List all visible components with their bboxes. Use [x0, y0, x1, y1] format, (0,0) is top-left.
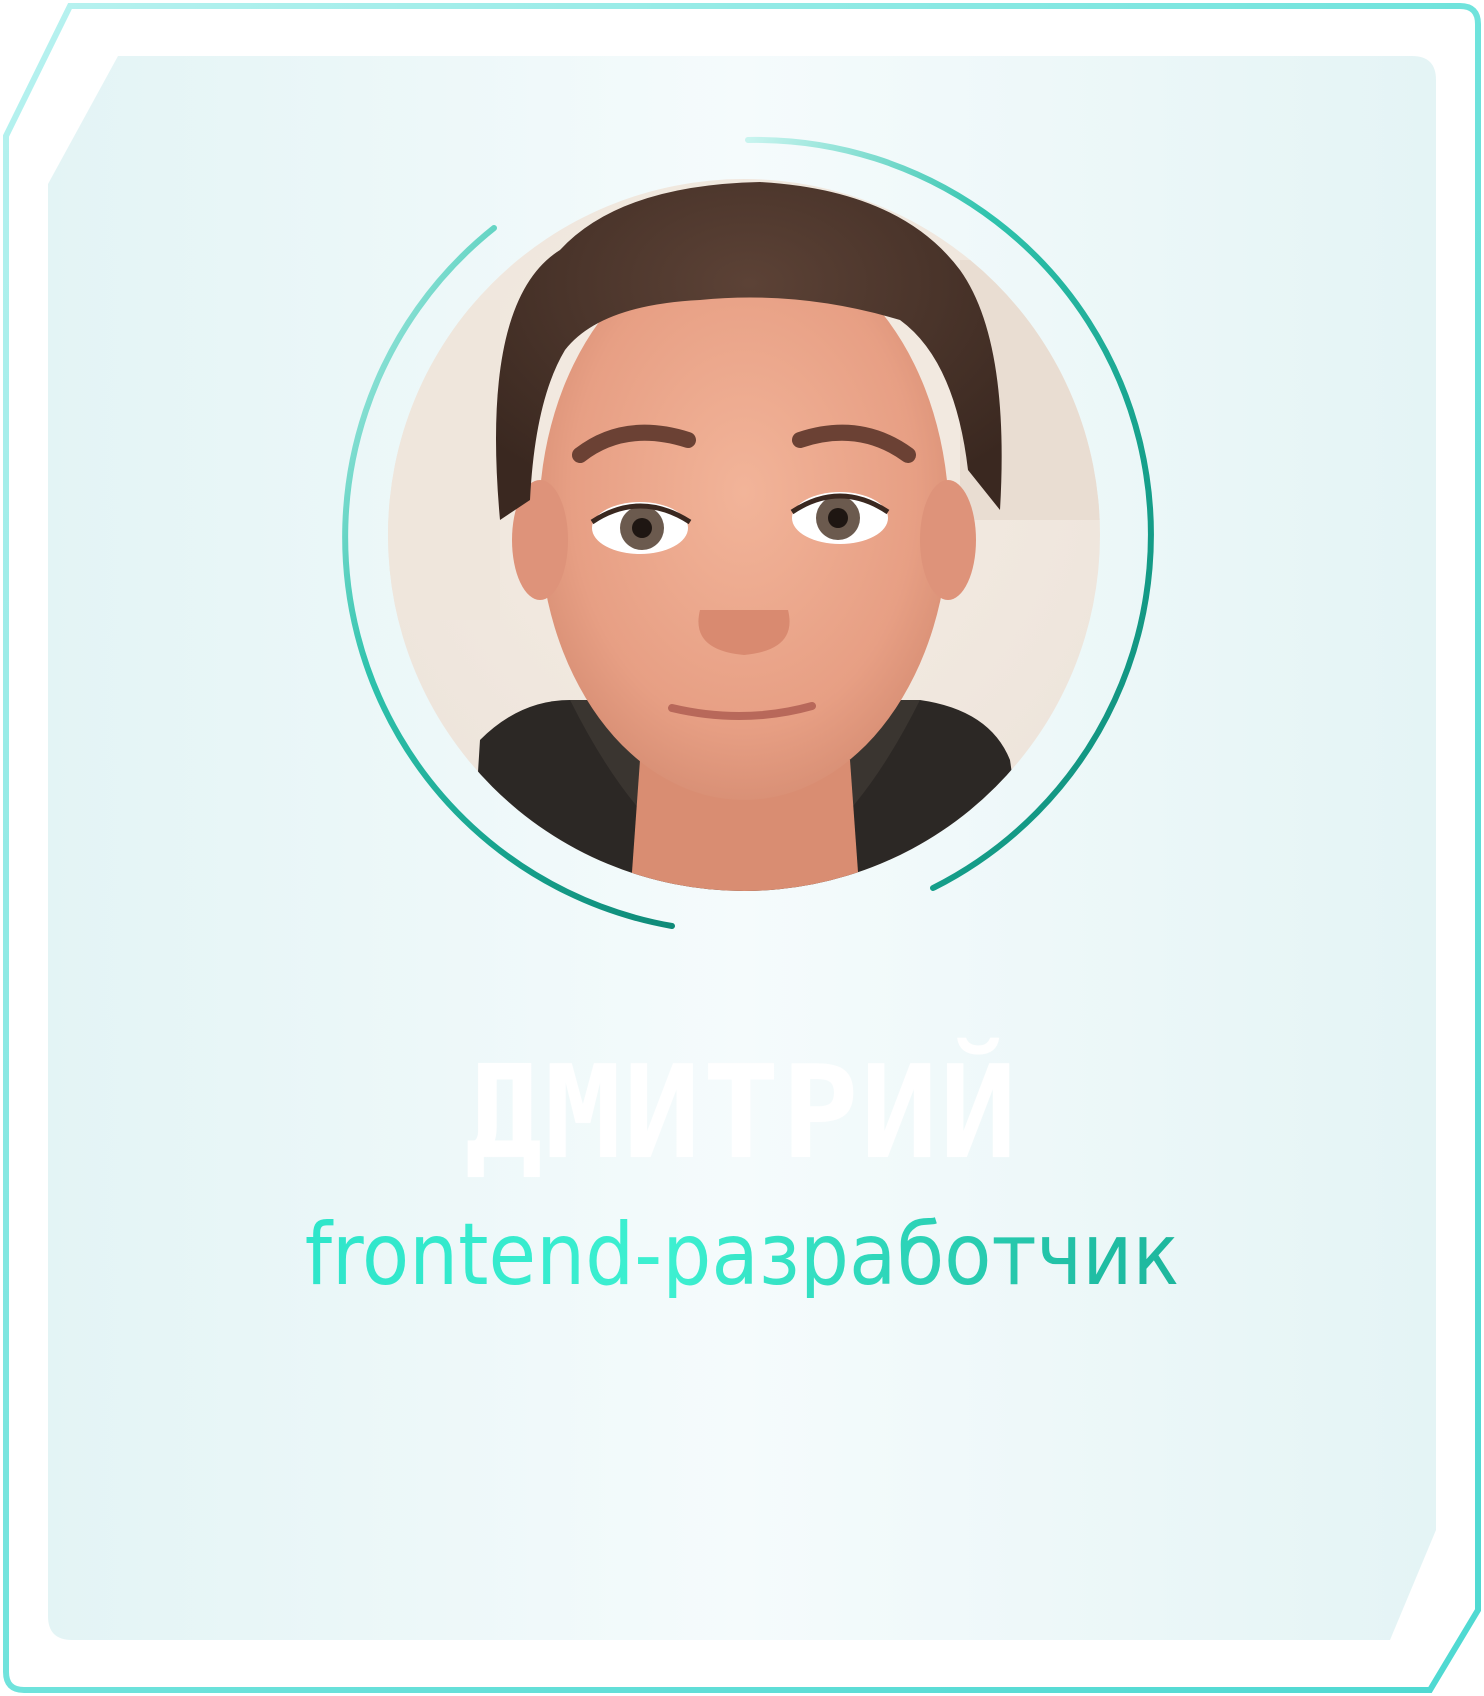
card-frame: [3, 2, 1481, 1693]
profile-card: ДМИТРИЙ frontend-разработчик: [0, 0, 1484, 1696]
profile-role: frontend-разработчик: [0, 1212, 1484, 1298]
profile-name: ДМИТРИЙ: [465, 1039, 1019, 1188]
